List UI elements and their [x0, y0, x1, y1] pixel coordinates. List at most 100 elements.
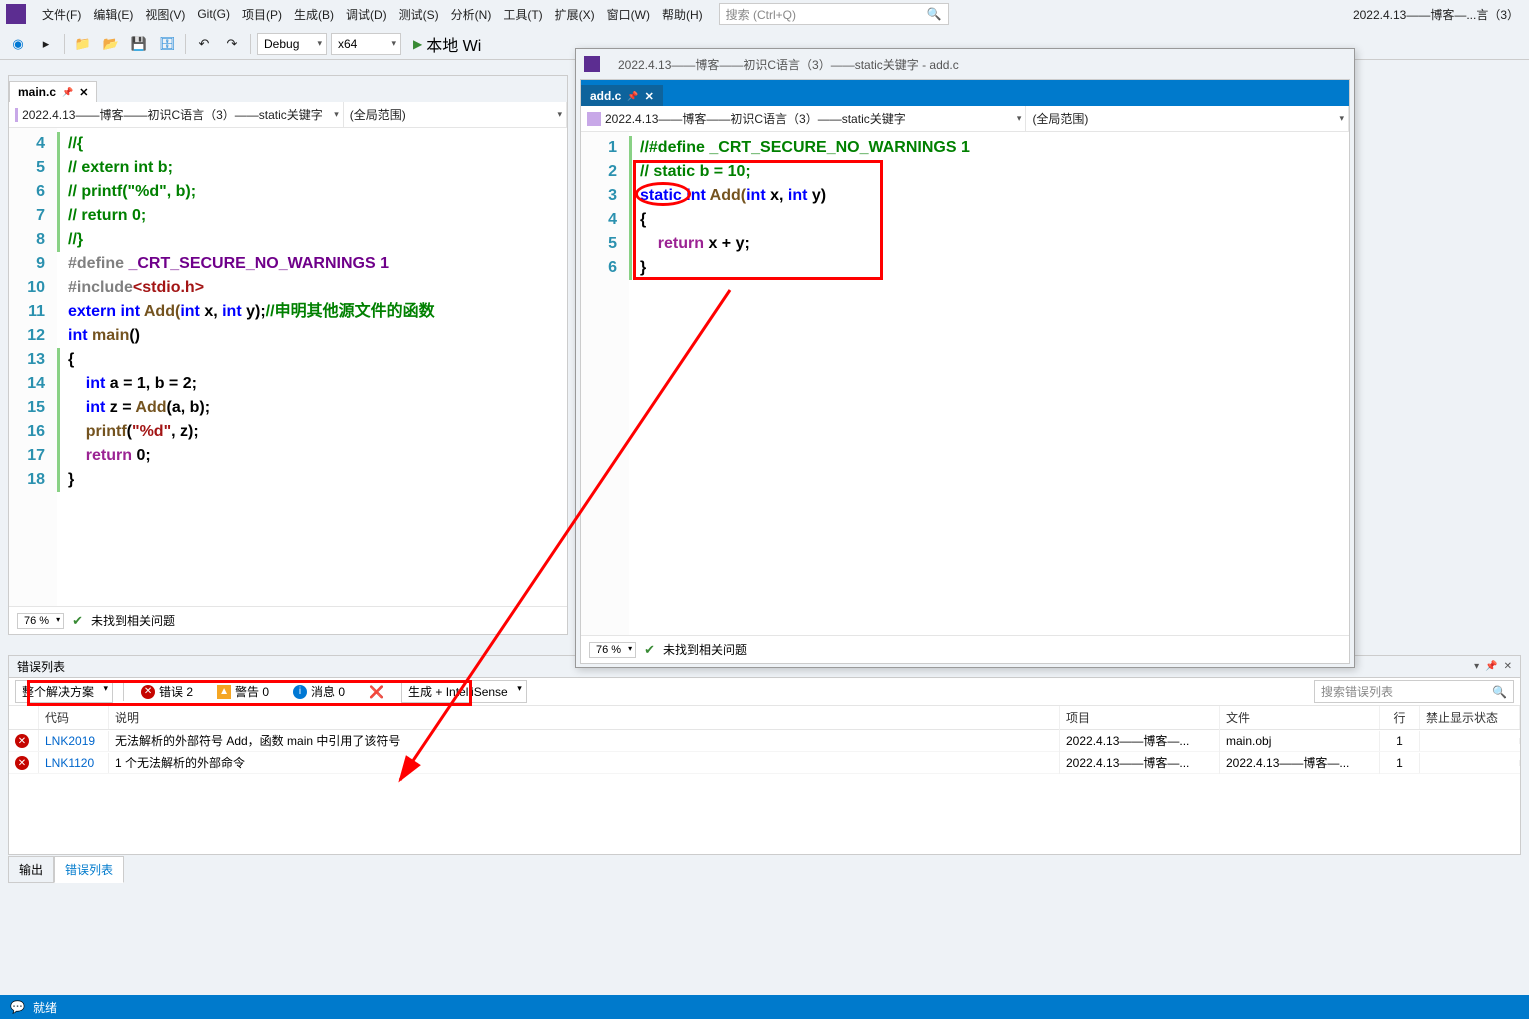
code-area-main[interactable]: 4 5 6 7 8 9 10 11 12 13 14 15 16 17 18 /…: [9, 128, 567, 606]
col-file[interactable]: 文件: [1220, 706, 1380, 729]
code-text: static: [640, 187, 686, 204]
col-proj[interactable]: 项目: [1060, 706, 1220, 729]
nav-back-button[interactable]: ◉: [6, 32, 30, 56]
warning-icon: ▲: [217, 685, 231, 699]
pin-icon[interactable]: 📌: [627, 91, 638, 102]
error-row[interactable]: ✕ LNK1120 1 个无法解析的外部命令 2022.4.13——博客—...…: [9, 752, 1520, 774]
dropdown-icon[interactable]: ▾: [1474, 661, 1479, 672]
menu-window[interactable]: 窗口(W): [601, 2, 656, 27]
menu-test[interactable]: 测试(S): [393, 2, 445, 27]
menu-build[interactable]: 生成(B): [288, 2, 340, 27]
health-ok-icon: ✔: [644, 642, 655, 658]
global-search-input[interactable]: 搜索 (Ctrl+Q) 🔍: [719, 3, 949, 25]
save-button[interactable]: 💾: [127, 32, 151, 56]
scope-dropdown[interactable]: (全局范围): [344, 102, 567, 127]
code-text: return: [86, 447, 137, 464]
messages-filter-button[interactable]: i消息 0: [286, 680, 352, 703]
open-button[interactable]: 📂: [99, 32, 123, 56]
close-icon[interactable]: ✕: [79, 86, 88, 99]
menu-file[interactable]: 文件(F): [36, 2, 87, 27]
undo-button[interactable]: ↶: [192, 32, 216, 56]
code-text: // printf("%d", b);: [68, 183, 196, 200]
panel-title-text: 错误列表: [17, 658, 65, 675]
close-icon[interactable]: ✕: [645, 90, 654, 103]
code-area-float[interactable]: 1 2 3 4 5 6 //#define _CRT_SECURE_NO_WAR…: [581, 132, 1349, 635]
search-icon: 🔍: [1492, 685, 1507, 699]
build-filter-button[interactable]: ❌: [362, 682, 391, 702]
code-text: int: [180, 303, 204, 320]
line-num: 1: [589, 136, 617, 160]
line-num: 18: [17, 468, 45, 492]
menu-git[interactable]: Git(G): [191, 3, 236, 25]
start-debugging-button[interactable]: ▶ 本地 Wi: [405, 32, 489, 56]
code-text: (): [129, 327, 140, 344]
project-scope-dropdown[interactable]: 2022.4.13——博客——初识C语言（3）——static关键字: [9, 102, 344, 127]
col-desc[interactable]: 说明: [109, 706, 1060, 729]
code-text: Add(: [144, 303, 180, 320]
save-all-button[interactable]: 🗄: [155, 32, 179, 56]
menu-tools[interactable]: 工具(T): [497, 2, 548, 27]
nav-fwd-button[interactable]: ▸: [34, 32, 58, 56]
pin-icon[interactable]: 📌: [1485, 661, 1497, 672]
scope-dropdown[interactable]: (全局范围): [1026, 106, 1349, 131]
code-text: int: [746, 187, 770, 204]
error-search-input[interactable]: 搜索错误列表 🔍: [1314, 680, 1514, 703]
code-text: }: [640, 259, 646, 276]
menu-extensions[interactable]: 扩展(X): [549, 2, 601, 27]
errors-filter-button[interactable]: ✕错误 2: [134, 680, 200, 703]
error-supp: [1420, 760, 1520, 766]
code-body[interactable]: //{ // extern int b; // printf("%d", b);…: [57, 128, 567, 606]
filter-label: 警告 0: [235, 683, 269, 700]
bottom-tab-strip: 输出 错误列表: [8, 856, 124, 883]
search-icon: 🔍: [927, 7, 942, 21]
line-num: 15: [17, 396, 45, 420]
code-text: y): [812, 187, 826, 204]
zoom-dropdown[interactable]: 76 %: [589, 642, 636, 658]
line-num: 4: [17, 132, 45, 156]
col-supp[interactable]: 禁止显示状态: [1420, 706, 1520, 729]
col-code[interactable]: 代码: [39, 706, 109, 729]
tab-add-c[interactable]: add.c 📌 ✕: [581, 85, 663, 106]
floating-editor-window[interactable]: 2022.4.13——博客——初识C语言（3）——static关键字 - add…: [575, 48, 1355, 668]
close-icon[interactable]: ✕: [1504, 661, 1512, 672]
tab-main-c[interactable]: main.c 📌 ✕: [9, 81, 97, 102]
start-label: 本地 Wi: [426, 32, 481, 56]
line-num: 5: [17, 156, 45, 180]
error-row[interactable]: ✕ LNK2019 无法解析的外部符号 Add，函数 main 中引用了该符号 …: [9, 730, 1520, 752]
health-ok-icon: ✔: [72, 613, 83, 629]
play-icon: ▶: [413, 37, 422, 51]
menu-analyze[interactable]: 分析(N): [445, 2, 498, 27]
warnings-filter-button[interactable]: ▲ 警告 0: [210, 680, 276, 703]
search-placeholder: 搜索 (Ctrl+Q): [726, 6, 796, 23]
pin-icon[interactable]: 📌: [62, 87, 73, 98]
platform-dropdown[interactable]: x64: [331, 33, 401, 55]
floating-window-titlebar[interactable]: 2022.4.13——博客——初识C语言（3）——static关键字 - add…: [576, 49, 1354, 79]
error-table-header[interactable]: 代码 说明 项目 文件 行 禁止显示状态: [9, 706, 1520, 730]
new-project-button[interactable]: 📁: [71, 32, 95, 56]
code-text: main: [92, 327, 129, 344]
scope-filter-dropdown[interactable]: 整个解决方案: [15, 680, 113, 703]
menu-help[interactable]: 帮助(H): [656, 2, 709, 27]
project-scope-dropdown[interactable]: 2022.4.13——博客——初识C语言（3）——static关键字: [581, 106, 1026, 131]
feedback-icon[interactable]: 💬: [10, 1000, 25, 1014]
tab-error-list[interactable]: 错误列表: [54, 856, 124, 883]
build-source-dropdown[interactable]: 生成 + IntelliSense: [401, 680, 527, 703]
menu-view[interactable]: 视图(V): [139, 2, 191, 27]
config-dropdown[interactable]: Debug: [257, 33, 327, 55]
solution-title: 2022.4.13——博客—...言（3）: [1353, 6, 1523, 23]
code-text: int: [222, 303, 246, 320]
menu-edit[interactable]: 编辑(E): [87, 2, 139, 27]
line-num: 12: [17, 324, 45, 348]
col-line[interactable]: 行: [1380, 706, 1420, 729]
tab-output[interactable]: 输出: [8, 856, 54, 883]
error-file: 2022.4.13——博客—...: [1220, 751, 1380, 774]
code-body[interactable]: //#define _CRT_SECURE_NO_WARNINGS 1 // s…: [629, 132, 1349, 635]
redo-button[interactable]: ↷: [220, 32, 244, 56]
status-ready: 就绪: [33, 999, 57, 1016]
menu-debug[interactable]: 调试(D): [340, 2, 393, 27]
zoom-dropdown[interactable]: 76 %: [17, 613, 64, 629]
error-supp: [1420, 738, 1520, 744]
editor-status-strip: 76 % ✔ 未找到相关问题: [9, 606, 567, 634]
menu-project[interactable]: 项目(P): [236, 2, 288, 27]
editor-nav-bar: 2022.4.13——博客——初识C语言（3）——static关键字 (全局范围…: [9, 102, 567, 128]
